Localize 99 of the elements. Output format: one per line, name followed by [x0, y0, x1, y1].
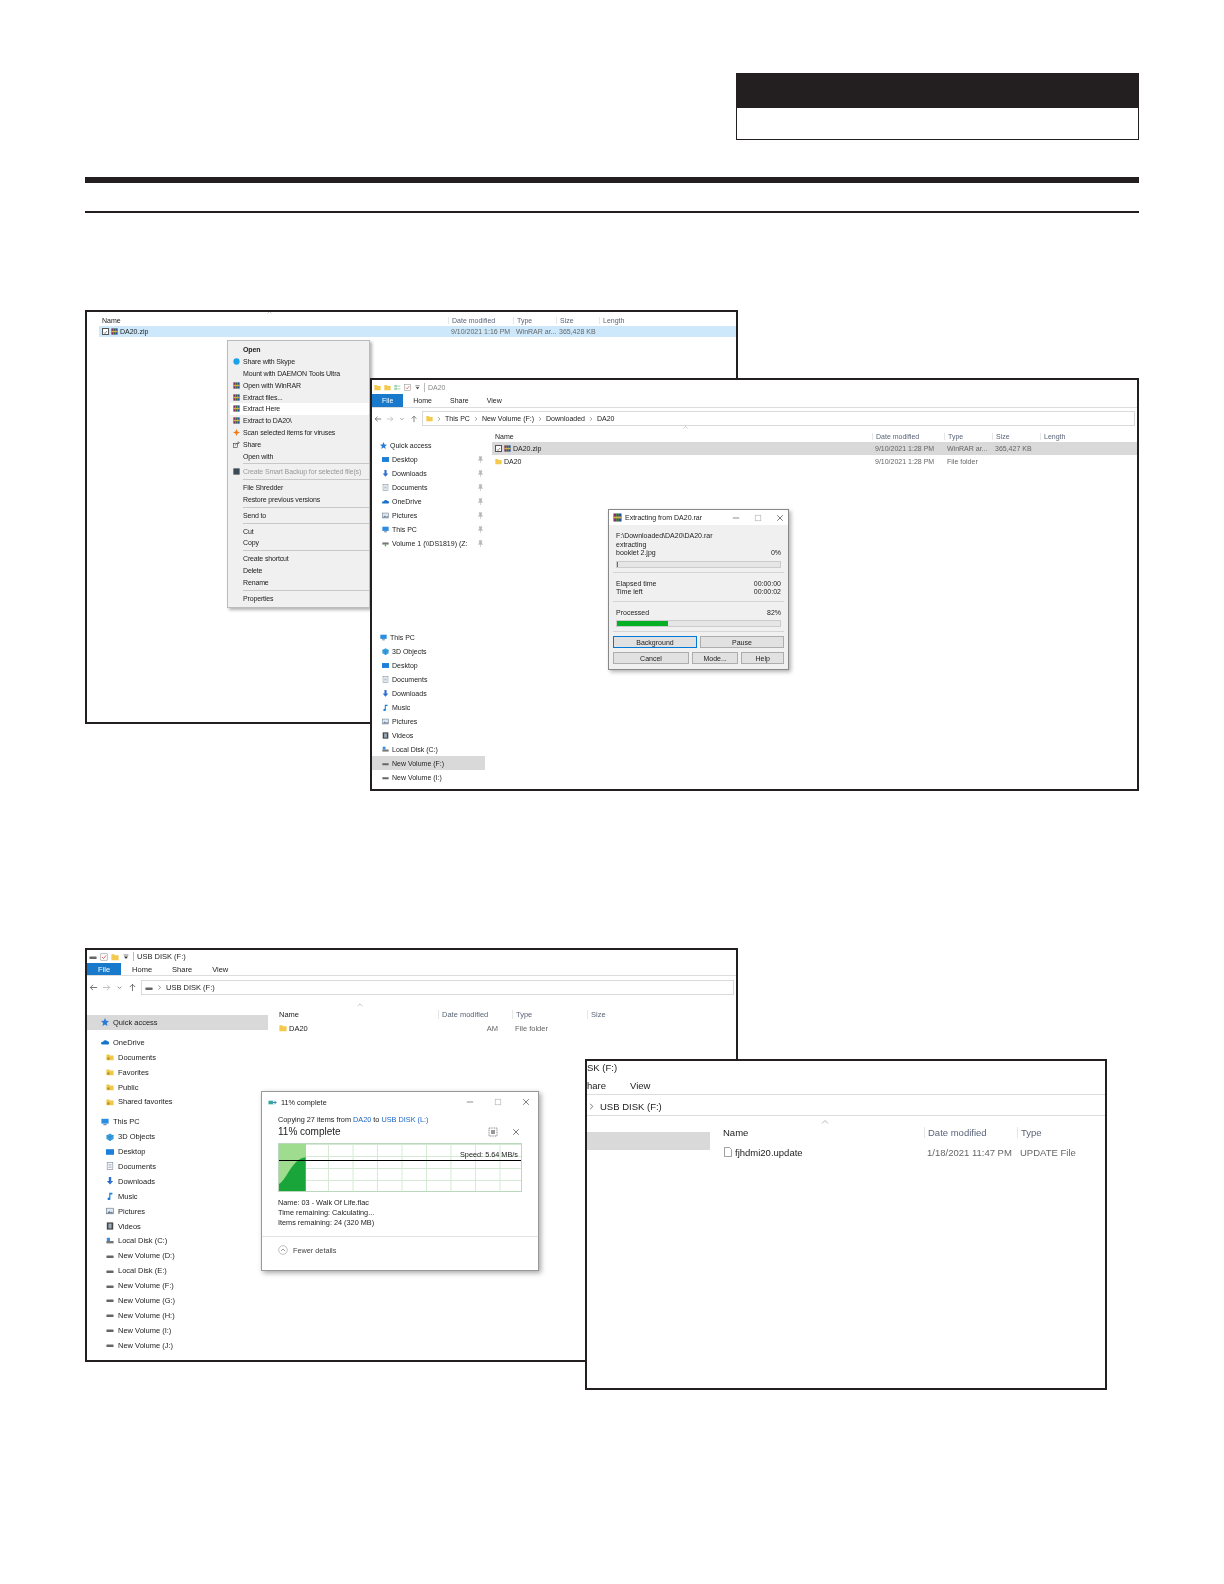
ribbon-tab[interactable]: View	[630, 1077, 651, 1094]
pin-icon	[477, 525, 484, 533]
down-arrow-icon	[106, 1177, 114, 1186]
chevron-icon	[587, 1102, 596, 1111]
address-bar[interactable]: USB DISK (F:)	[587, 1098, 1105, 1115]
sort-caret-icon	[356, 1001, 364, 1009]
close-icon[interactable]	[512, 1127, 520, 1136]
sort-caret-icon	[820, 1117, 830, 1127]
column-header[interactable]: Date modified	[924, 1126, 1017, 1138]
pin-icon	[477, 455, 484, 463]
screen-icon	[106, 1147, 114, 1156]
folder-icon	[279, 1024, 287, 1032]
dropdown-icon[interactable]	[414, 383, 421, 391]
window-title: SK (F:)	[587, 1061, 618, 1073]
screen-icon	[382, 455, 389, 463]
back-arrow-icon[interactable]	[89, 983, 98, 992]
chevron-icon	[436, 415, 442, 422]
folder-icon	[426, 415, 433, 422]
up-arrow-icon[interactable]	[128, 983, 137, 992]
pause-icon[interactable]	[488, 1126, 498, 1137]
monitor-icon	[380, 633, 387, 641]
up-arrow-icon[interactable]	[410, 414, 418, 423]
monitor-icon	[382, 525, 389, 533]
circle-icon	[233, 358, 240, 366]
disk-icon	[106, 1236, 114, 1245]
app-icon	[233, 468, 240, 476]
file-name[interactable]: fjhdmi20.update	[735, 1146, 803, 1158]
archive-icon	[233, 405, 240, 413]
sort-caret-icon	[682, 424, 689, 431]
picture-icon	[382, 717, 389, 725]
document-icon	[382, 675, 389, 683]
list-icon[interactable]	[394, 383, 401, 391]
archive-icon	[233, 381, 240, 389]
back-arrow-icon[interactable]	[374, 414, 382, 423]
table-cell-text: 1/18/2021 11:47 PM	[926, 1146, 1013, 1158]
checklist-icon[interactable]	[100, 952, 108, 961]
music-note-icon	[106, 1192, 114, 1201]
column-header[interactable]: Name	[720, 1126, 924, 1138]
forward-arrow-icon[interactable]	[102, 983, 111, 992]
column-header[interactable]: Type	[1017, 1126, 1097, 1138]
maximize-icon[interactable]	[494, 1098, 502, 1106]
user-folder-icon	[106, 1068, 114, 1077]
star-icon	[380, 441, 387, 449]
caret-icon[interactable]	[115, 983, 124, 992]
document-icon	[106, 1162, 114, 1171]
film-icon	[382, 731, 389, 739]
down-arrow-icon	[382, 689, 389, 697]
close-icon[interactable]	[522, 1098, 530, 1106]
disk-icon	[382, 745, 389, 753]
picture-icon	[106, 1207, 114, 1216]
copy-icon	[268, 1097, 277, 1107]
picture-icon	[382, 511, 389, 519]
chevron-icon	[537, 415, 544, 422]
cloud-icon	[101, 1038, 109, 1047]
folder-icon	[495, 458, 502, 465]
share-icon	[233, 440, 240, 448]
cube-icon	[382, 647, 389, 655]
monitor-icon	[101, 1117, 109, 1126]
collapse-icon	[278, 1245, 288, 1255]
forward-arrow-icon[interactable]	[386, 414, 394, 423]
maximize-icon[interactable]	[754, 513, 762, 522]
archive-icon	[233, 393, 240, 401]
pin-icon	[477, 511, 484, 519]
user-folder-icon	[106, 1097, 114, 1106]
table-cell-text: UPDATE File	[1019, 1146, 1077, 1158]
pin-icon	[477, 483, 484, 491]
dropdown-icon[interactable]	[122, 952, 130, 961]
archive-icon	[233, 417, 240, 425]
file-row[interactable]: fjhdmi20.update 1/18/2021 11:47 PM UPDATE File	[720, 1142, 1105, 1162]
down-arrow-icon	[382, 469, 389, 477]
burst-icon	[233, 428, 240, 436]
progress-headline: 11% complete	[278, 1126, 341, 1137]
file-icon	[723, 1147, 733, 1157]
chevron-icon	[472, 415, 479, 422]
checkbox[interactable]	[495, 445, 502, 452]
archive-icon	[613, 513, 622, 522]
chevron-icon	[156, 984, 163, 991]
breadcrumb[interactable]: USB DISK (F:)	[600, 1101, 662, 1112]
archive-icon	[504, 445, 511, 452]
document-icon	[382, 483, 389, 491]
chevron-icon	[587, 415, 594, 422]
star-icon	[101, 1018, 109, 1027]
checklist-icon[interactable]	[404, 383, 411, 391]
ribbon-tab[interactable]: hare	[587, 1077, 606, 1094]
user-folder-icon	[106, 1053, 114, 1062]
close-icon[interactable]	[776, 513, 784, 522]
music-note-icon	[382, 703, 389, 711]
cloud-icon	[382, 497, 389, 505]
screen-icon	[382, 661, 389, 669]
pin-icon	[477, 539, 484, 547]
user-folder-icon	[106, 1083, 114, 1091]
network-drive-icon	[382, 539, 389, 547]
film-icon	[106, 1222, 114, 1230]
pin-icon	[477, 497, 484, 505]
checkbox[interactable]	[102, 328, 109, 335]
minimize-icon[interactable]	[466, 1098, 474, 1106]
archive-icon	[111, 328, 118, 335]
cube-icon	[106, 1132, 114, 1141]
pin-icon	[477, 469, 484, 477]
